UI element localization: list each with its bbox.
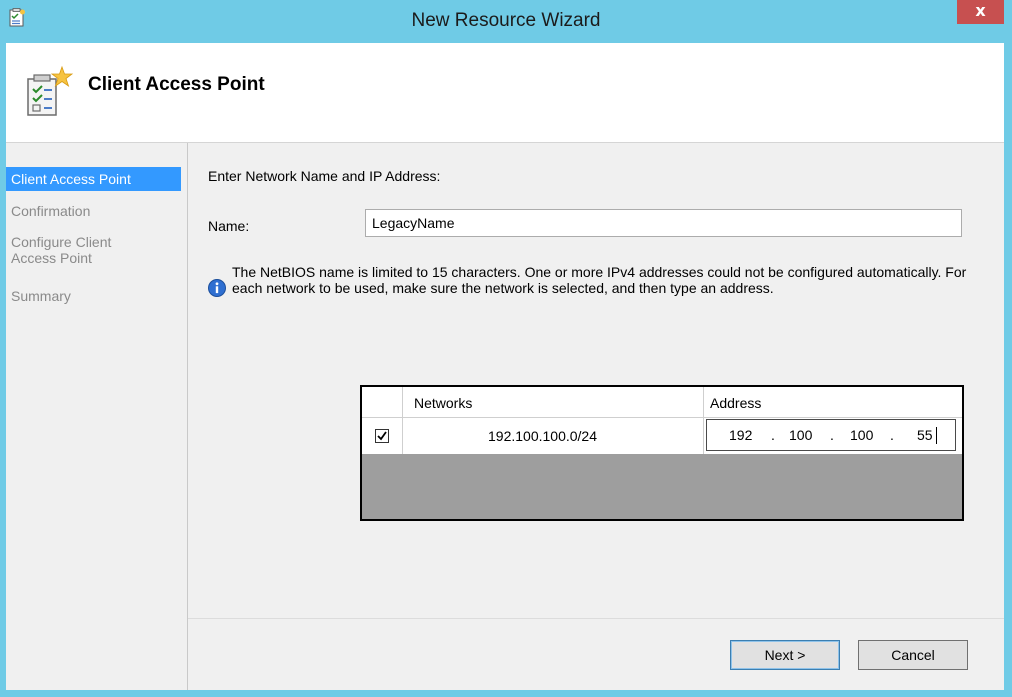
column-divider <box>703 418 704 454</box>
ip-octet-2[interactable]: 100 <box>789 427 812 443</box>
page-title: Client Access Point <box>88 74 265 95</box>
wizard-step-nav: Client Access Point Confirmation Configu… <box>6 143 188 690</box>
text-cursor <box>936 427 937 444</box>
nav-item-confirmation[interactable]: Confirmation <box>6 203 181 219</box>
close-icon: x <box>975 1 986 20</box>
column-header-networks[interactable]: Networks <box>414 395 472 411</box>
ip-octet-3[interactable]: 100 <box>850 427 873 443</box>
ip-separator: . <box>830 427 834 443</box>
table-row[interactable]: 192.100.100.0/24 192 . 100 . 100 . 55 <box>362 418 962 454</box>
nav-item-client-access-point[interactable]: Client Access Point <box>6 167 181 191</box>
ip-separator: . <box>771 427 775 443</box>
network-grid: Networks Address 192.100.100.0/24 192 . … <box>360 385 964 521</box>
nav-item-summary[interactable]: Summary <box>6 288 181 304</box>
close-button[interactable]: x <box>957 0 1004 24</box>
ip-octet-4[interactable]: 55 <box>917 427 933 443</box>
name-label: Name: <box>208 218 250 234</box>
grid-header: Networks Address <box>362 387 962 418</box>
ip-octet-1[interactable]: 192 <box>729 427 752 443</box>
name-input[interactable]: LegacyName <box>365 209 962 237</box>
wizard-checklist-icon <box>27 65 74 116</box>
info-message: The NetBIOS name is limited to 15 charac… <box>232 264 967 296</box>
nav-item-configure-client-access-point[interactable]: Configure Client Access Point <box>6 234 136 266</box>
ip-address-input[interactable]: 192 . 100 . 100 . 55 <box>706 419 956 451</box>
column-header-address[interactable]: Address <box>710 395 761 411</box>
wizard-window: New Resource Wizard x Client Access Poin… <box>0 0 1012 697</box>
checkmark-icon <box>377 431 387 441</box>
column-divider <box>402 418 403 454</box>
ip-separator: . <box>890 427 894 443</box>
column-divider <box>703 387 704 417</box>
main-panel: Enter Network Name and IP Address: Name:… <box>188 143 1004 690</box>
next-button[interactable]: Next > <box>730 640 840 670</box>
wizard-header: Client Access Point <box>6 43 1004 143</box>
window-title: New Resource Wizard <box>411 10 601 31</box>
wizard-content: Client Access Point Client Access Point … <box>6 43 1004 690</box>
network-cell: 192.100.100.0/24 <box>488 428 597 444</box>
instruction-text: Enter Network Name and IP Address: <box>208 168 441 184</box>
footer-divider <box>188 618 1004 619</box>
column-divider <box>402 387 403 417</box>
info-icon <box>208 279 226 297</box>
cancel-button[interactable]: Cancel <box>858 640 968 670</box>
title-bar[interactable]: New Resource Wizard x <box>0 0 1012 43</box>
network-checkbox[interactable] <box>375 429 389 443</box>
